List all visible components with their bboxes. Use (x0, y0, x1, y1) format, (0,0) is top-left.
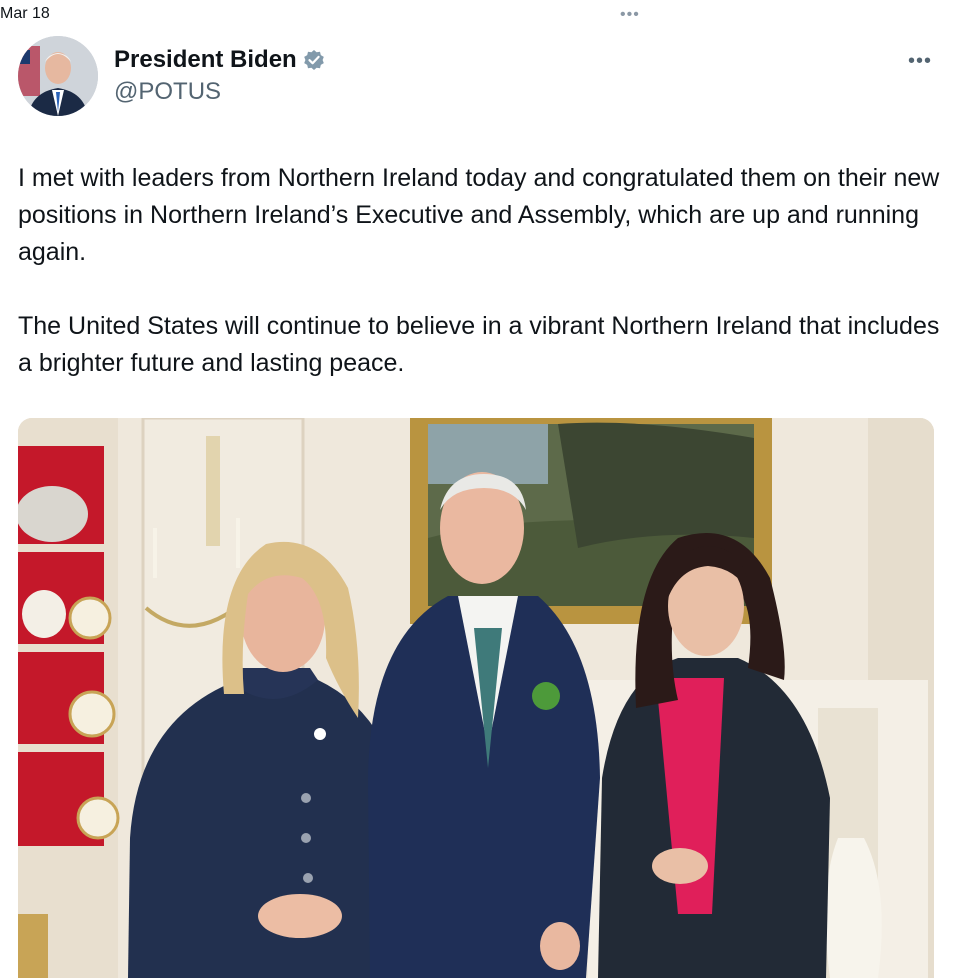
more-options-icon[interactable]: ••• (908, 50, 932, 73)
photo-image (18, 418, 934, 978)
post-date: Mar 18 (0, 5, 50, 22)
tweet-paragraph: The United States will continue to belie… (18, 312, 940, 377)
author-name-row: President Biden (114, 46, 325, 74)
tweet-header: President Biden @POTUS ••• (18, 36, 942, 120)
author-handle[interactable]: @POTUS (114, 78, 221, 106)
tweet-paragraph: I met with leaders from Northern Ireland… (18, 164, 940, 266)
avatar-image (18, 36, 98, 116)
ellipsis-horizontal-icon[interactable]: ••• (620, 6, 640, 24)
top-bar: Mar 18 ••• (0, 0, 960, 30)
tweet-text: I met with leaders from Northern Ireland… (18, 160, 942, 382)
verified-badge-icon (303, 49, 325, 71)
author-name[interactable]: President Biden (114, 46, 297, 74)
avatar[interactable] (18, 36, 98, 116)
tweet-photo[interactable] (18, 418, 934, 978)
